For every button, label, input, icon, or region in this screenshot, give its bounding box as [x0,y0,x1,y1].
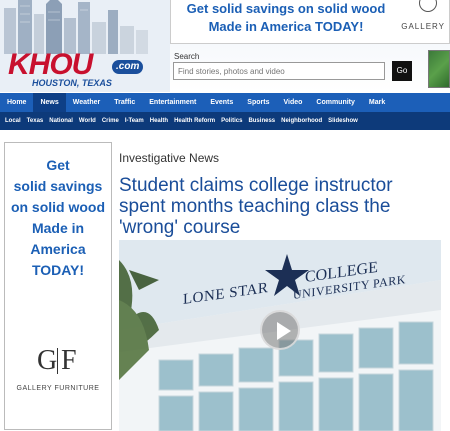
nav-item-home[interactable]: Home [0,93,33,112]
site-header: KHOU .com HOUSTON, TEXAS Get solid savin… [0,0,450,92]
subnav-item-national[interactable]: National [46,118,76,124]
main-nav: Home News Weather Traffic Entertainment … [0,93,450,112]
play-icon [277,322,291,340]
search-input[interactable] [173,62,385,80]
subnav-item-world[interactable]: World [76,118,99,124]
gallery-furniture-logo: G F [33,346,83,380]
page: KHOU .com HOUSTON, TEXAS Get solid savin… [0,0,450,431]
weather-map-thumbnail[interactable] [428,50,450,88]
article-headline[interactable]: Student claims college instructor spent … [119,175,441,238]
top-banner-ad[interactable]: Get solid savings on solid wood Made in … [170,0,450,44]
gallery-logo-icon [419,0,437,12]
subnav-item-neighborhood[interactable]: Neighborhood [278,118,325,124]
logo-letter-f: F [61,345,77,376]
subnav-item-slideshow[interactable]: Slideshow [325,118,361,124]
subnav-item-local[interactable]: Local [2,118,24,124]
sub-nav: Local Texas National World Crime I-Team … [0,112,450,130]
nav-item-events[interactable]: Events [203,93,240,112]
left-sidebar-ad[interactable]: Get solid savings on solid wood Made in … [4,142,112,430]
search-label: Search [174,52,200,61]
logo-divider [57,348,58,374]
nav-item-news[interactable]: News [33,93,66,112]
video-play-button[interactable] [260,310,300,350]
subnav-item-health[interactable]: Health [147,118,171,124]
nav-item-sports[interactable]: Sports [240,93,276,112]
subnav-item-politics[interactable]: Politics [218,118,245,124]
nav-item-entertainment[interactable]: Entertainment [142,93,203,112]
subnav-item-texas[interactable]: Texas [24,118,47,124]
logo-location: HOUSTON, TEXAS [32,78,112,88]
top-ad-headline: Get solid savings on solid wood Made in … [186,1,386,34]
nav-item-traffic[interactable]: Traffic [107,93,142,112]
top-ad-brand: GALLERY [401,22,445,31]
search-go-button[interactable]: Go [392,61,412,81]
subnav-item-i-team[interactable]: I-Team [122,118,147,124]
subnav-item-business[interactable]: Business [245,118,278,124]
nav-item-mark[interactable]: Mark [362,93,392,112]
left-ad-headline: Get solid savings on solid wood Made in … [10,157,106,278]
nav-item-community[interactable]: Community [309,93,362,112]
subnav-item-crime[interactable]: Crime [99,118,122,124]
logo-wordmark: KHOU [8,48,93,81]
left-ad-brand: GALLERY FURNITURE [16,385,100,392]
nav-item-weather[interactable]: Weather [66,93,108,112]
khou-logo[interactable]: KHOU .com HOUSTON, TEXAS [8,50,168,90]
logo-domain-badge: .com [112,60,144,74]
article-category[interactable]: Investigative News [119,151,219,165]
video-player[interactable]: LONE STAR COLLEGE UNIVERSITY PARK [119,240,441,431]
logo-letter-g: G [37,345,58,376]
subnav-item-health-reform[interactable]: Health Reform [171,118,218,124]
nav-item-video[interactable]: Video [276,93,309,112]
